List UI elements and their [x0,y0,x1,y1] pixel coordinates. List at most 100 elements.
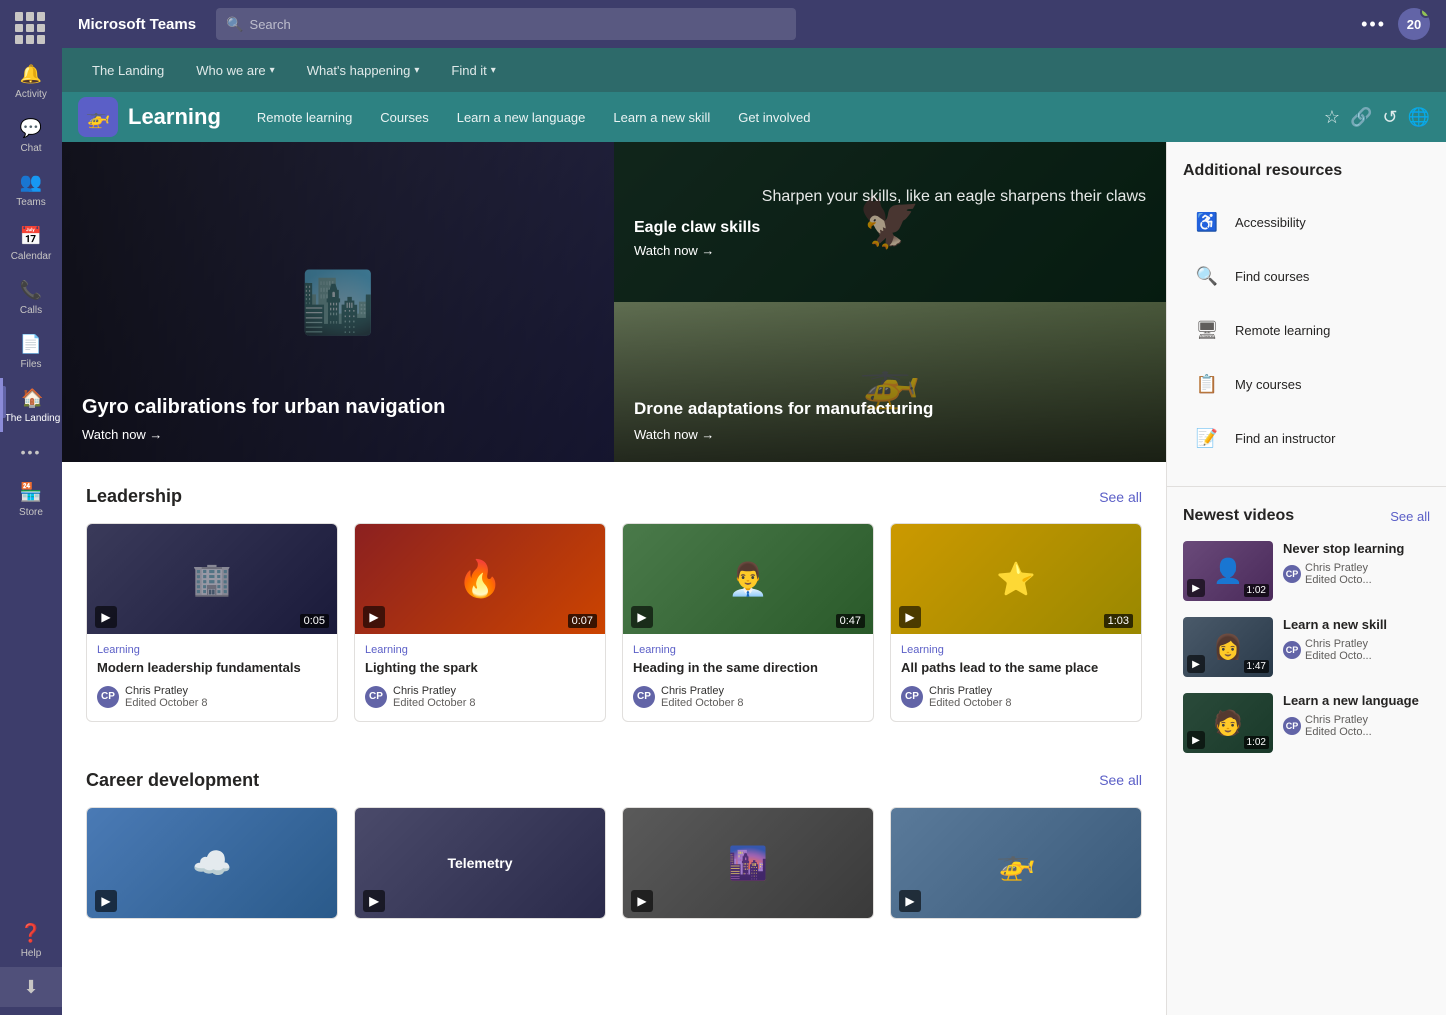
newest-title-1: Learn a new skill [1283,617,1430,634]
video-thumb-1: 🔥▶0:07 [355,524,605,634]
career-card-3[interactable]: 🚁▶ [890,807,1142,919]
watch-now-tl[interactable]: Watch now → [82,427,594,442]
hero-card-br[interactable]: 🚁 Drone adaptations for manufacturing Wa… [614,302,1166,462]
sidebar-item-store[interactable]: 🏪 Store [0,472,62,526]
learning-nav-involved[interactable]: Get involved [726,104,822,131]
resource-find-courses[interactable]: 🔍 Find courses [1183,250,1430,302]
newest-play-2[interactable]: ▶ [1187,731,1205,749]
sidebar-item-activity[interactable]: 🔔 Activity [0,54,62,108]
hero-card-tr[interactable]: 🦅 Sharpen your skills, like an eagle sha… [614,142,1166,302]
play-icon-1[interactable]: ▶ [363,606,385,628]
leadership-header: Leadership See all [86,486,1142,507]
author-name-0: Chris Pratley [125,685,208,697]
accessibility-icon: ♿ [1191,206,1223,238]
career-play-2[interactable]: ▶ [631,890,653,912]
learning-nav-remote[interactable]: Remote learning [245,104,364,131]
play-icon-0[interactable]: ▶ [95,606,117,628]
sidebar-bottom: ❓ Help ⬇ [0,913,62,1015]
leadership-see-all[interactable]: See all [1099,489,1142,505]
hero-card-tl[interactable]: 🏙️ Gyro calibrations for urban navigatio… [62,142,614,462]
newest-item-0[interactable]: 👤▶1:02 Never stop learning CP Chris Prat… [1183,541,1430,601]
leadership-cards: 🏢▶0:05 Learning Modern leadership fundam… [86,523,1142,722]
play-icon-3[interactable]: ▶ [899,606,921,628]
sidebar-item-more[interactable]: ••• [0,432,62,472]
resource-remote-learning[interactable]: 🖥 Remote learning [1183,304,1430,356]
sidebar-item-calendar[interactable]: 📅 Calendar [0,216,62,270]
refresh-icon[interactable]: ↺ [1382,107,1397,128]
presence-badge [1420,8,1430,18]
career-card-0[interactable]: ☁️▶ [86,807,338,919]
newest-see-all[interactable]: See all [1390,509,1430,524]
leadership-card-2[interactable]: 👨‍💼▶0:47 Learning Heading in the same di… [622,523,874,722]
sidebar-item-download[interactable]: ⬇ [0,967,62,1007]
resource-accessibility-label: Accessibility [1235,215,1306,230]
sidebar-label-calls: Calls [20,305,42,316]
sidebar-item-files[interactable]: 📄 Files [0,324,62,378]
career-thumb-0: ☁️▶ [87,808,337,918]
career-card-1[interactable]: Telemetry▶ [354,807,606,919]
hero-overlay-br: Drone adaptations for manufacturing Watc… [614,302,1166,462]
tab-landing-label: The Landing [92,63,164,78]
learning-header: 🚁 Learning Remote learning Courses Learn… [62,92,1446,142]
link-icon[interactable]: 🔗 [1350,107,1372,128]
sidebar-item-chat[interactable]: 💬 Chat [0,108,62,162]
newest-play-1[interactable]: ▶ [1187,655,1205,673]
tab-find-label: Find it [451,63,486,78]
career-play-3[interactable]: ▶ [899,890,921,912]
tab-find-it[interactable]: Find it ▾ [437,55,509,86]
newest-author-1: CP Chris Pratley Edited Octo... [1283,638,1430,662]
sidebar-item-help[interactable]: ❓ Help [0,913,62,967]
star-icon[interactable]: ☆ [1324,107,1340,128]
tab-the-landing[interactable]: The Landing [78,55,178,86]
tab-whats-happening[interactable]: What's happening ▾ [293,55,434,86]
newest-duration-2: 1:02 [1244,736,1269,749]
learning-nav-language[interactable]: Learn a new language [445,104,598,131]
page-content: 🏙️ Gyro calibrations for urban navigatio… [62,142,1446,1015]
newest-item-1[interactable]: 👩▶1:47 Learn a new skill CP Chris Pratle… [1183,617,1430,677]
watch-now-tr[interactable]: Watch now → [634,243,1146,258]
resource-my-courses[interactable]: 📋 My courses [1183,358,1430,410]
newest-item-2[interactable]: 🧑▶1:02 Learn a new language CP Chris Pra… [1183,693,1430,753]
duration-0: 0:05 [300,614,329,628]
resource-find-instructor-label: Find an instructor [1235,431,1335,446]
play-icon-2[interactable]: ▶ [631,606,653,628]
resource-find-instructor[interactable]: 📝 Find an instructor [1183,412,1430,464]
sidebar-item-landing[interactable]: 🏠 The Landing [0,378,62,432]
learning-nav: Remote learning Courses Learn a new lang… [245,104,1300,131]
hero-overlay-tl: Gyro calibrations for urban navigation W… [62,142,614,462]
newest-author-edited-1: Edited Octo... [1305,650,1372,662]
watch-now-br[interactable]: Watch now → [634,427,1146,442]
learning-nav-skill[interactable]: Learn a new skill [601,104,722,131]
avatar[interactable]: 20 [1398,8,1430,40]
author-name-3: Chris Pratley [929,685,1012,697]
learning-nav-icons: ☆ 🔗 ↺ 🌐 [1324,107,1430,128]
newest-author-info-2: Chris Pratley Edited Octo... [1305,714,1372,738]
search-input[interactable] [250,17,787,32]
career-card-2[interactable]: 🌆▶ [622,807,874,919]
author-info-3: Chris Pratley Edited October 8 [929,685,1012,709]
career-play-1[interactable]: ▶ [363,890,385,912]
leadership-card-3[interactable]: ⭐▶1:03 Learning All paths lead to the sa… [890,523,1142,722]
search-bar[interactable]: 🔍 [216,8,796,40]
tab-who-we-are[interactable]: Who we are ▾ [182,55,288,86]
globe-icon[interactable]: 🌐 [1408,107,1430,128]
newest-duration-0: 1:02 [1244,584,1269,597]
newest-thumb-1: 👩▶1:47 [1183,617,1273,677]
app-title: Microsoft Teams [78,16,196,33]
sidebar-item-calls[interactable]: 📞 Calls [0,270,62,324]
learning-nav-courses[interactable]: Courses [368,104,440,131]
career-thumb-2: 🌆▶ [623,808,873,918]
resource-accessibility[interactable]: ♿ Accessibility [1183,196,1430,248]
career-see-all[interactable]: See all [1099,772,1142,788]
resource-my-courses-label: My courses [1235,377,1301,392]
career-play-0[interactable]: ▶ [95,890,117,912]
newest-play-0[interactable]: ▶ [1187,579,1205,597]
apps-grid-icon[interactable] [15,12,47,44]
resource-remote-learning-label: Remote learning [1235,323,1330,338]
more-options-icon[interactable]: ••• [1361,14,1386,35]
leadership-card-1[interactable]: 🔥▶0:07 Learning Lighting the spark CP Ch… [354,523,606,722]
newest-videos-title: Newest videos [1183,507,1294,525]
video-thumb-0: 🏢▶0:05 [87,524,337,634]
leadership-card-0[interactable]: 🏢▶0:05 Learning Modern leadership fundam… [86,523,338,722]
sidebar-item-teams[interactable]: 👥 Teams [0,162,62,216]
